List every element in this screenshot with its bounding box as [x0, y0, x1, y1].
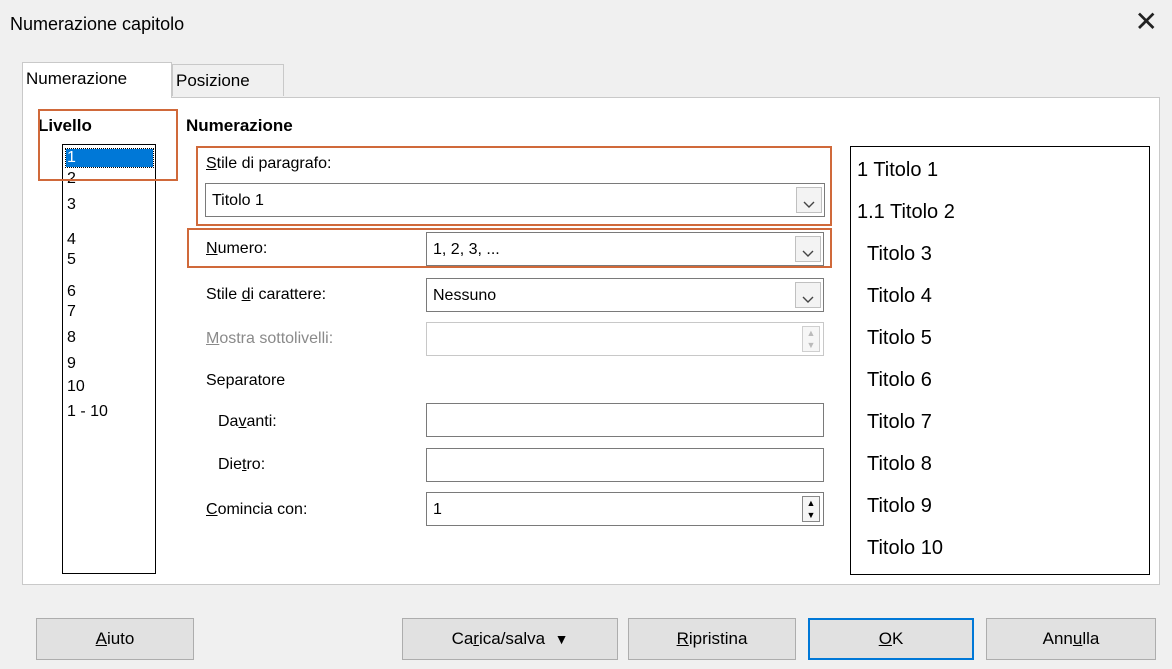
spin-up-icon[interactable]: ▲: [803, 327, 819, 339]
chevron-down-icon[interactable]: [796, 187, 822, 213]
stile-paragrafo-label-text: tile di paragrafo:: [216, 155, 332, 172]
tab-numerazione[interactable]: Numerazione: [22, 62, 172, 98]
preview-box: 1 Titolo 1 1.1 Titolo 2 Titolo 3 Titolo …: [850, 146, 1150, 575]
carica-salva-button[interactable]: Carica/salva ▼: [402, 618, 618, 660]
mostra-sottolivelli-label: Mostra sottolivelli:: [206, 330, 334, 347]
window-title: Numerazione capitolo: [10, 14, 185, 34]
chevron-down-icon[interactable]: [795, 236, 821, 262]
stile-paragrafo-select[interactable]: Titolo 1: [205, 183, 825, 217]
preview-line: Titolo 7: [867, 411, 932, 433]
spin-down-icon[interactable]: ▼: [803, 509, 819, 521]
ripristina-button[interactable]: Ripristina: [628, 618, 796, 660]
preview-line: Titolo 9: [867, 495, 932, 517]
stile-carattere-value: Nessuno: [433, 287, 497, 304]
list-item[interactable]: 1 - 10: [67, 403, 108, 421]
numero-value: 1, 2, 3, ...: [433, 241, 500, 258]
tab-posizione[interactable]: Posizione: [172, 64, 284, 96]
preview-line: Titolo 8: [867, 453, 932, 475]
list-item[interactable]: 10: [67, 378, 85, 396]
stile-paragrafo-value: Titolo 1: [212, 192, 264, 209]
chevron-down-icon[interactable]: [795, 282, 821, 308]
ok-button[interactable]: OK: [808, 618, 974, 660]
annulla-button[interactable]: Annulla: [986, 618, 1156, 660]
mostra-sottolivelli-input[interactable]: ▲ ▼: [426, 322, 824, 356]
numero-label-text: umero:: [217, 240, 268, 257]
dietro-label: Dietro:: [218, 456, 266, 473]
preview-line: Titolo 6: [867, 369, 932, 391]
preview-line: Titolo 3: [867, 243, 932, 265]
preview-line: Titolo 4: [867, 285, 932, 307]
list-item[interactable]: 9: [67, 355, 76, 373]
preview-line: Titolo 10: [867, 537, 943, 559]
stile-carattere-select[interactable]: Nessuno: [426, 278, 824, 312]
preview-line: 1 Titolo 1: [857, 159, 939, 181]
spinner[interactable]: ▲ ▼: [802, 326, 820, 352]
spin-up-icon[interactable]: ▲: [803, 497, 819, 509]
preview-line: Titolo 5: [867, 327, 932, 349]
list-item[interactable]: 8: [67, 329, 76, 347]
comincia-con-input[interactable]: 1 ▲ ▼: [426, 492, 824, 526]
list-item[interactable]: 3: [67, 196, 76, 214]
spinner[interactable]: ▲ ▼: [802, 496, 820, 522]
davanti-label: Davanti:: [218, 413, 277, 430]
dietro-input[interactable]: [426, 448, 824, 482]
stile-carattere-label: Stile di carattere:: [206, 286, 327, 303]
list-item[interactable]: 4: [67, 231, 76, 249]
davanti-input[interactable]: [426, 403, 824, 437]
list-item[interactable]: 7: [67, 303, 76, 321]
aiuto-button[interactable]: Aiuto: [36, 618, 194, 660]
dropdown-arrow-icon: ▼: [554, 631, 569, 647]
preview-line: 1.1 Titolo 2: [857, 201, 955, 223]
close-icon[interactable]: ✕: [1135, 8, 1158, 36]
level-list[interactable]: 1 2 3 4 5 6 7 8 9 10 1 - 10: [62, 144, 156, 574]
spin-down-icon[interactable]: ▼: [803, 339, 819, 351]
stile-paragrafo-label: Stile di paragrafo:: [206, 155, 332, 172]
numero-label: Numero:: [206, 240, 268, 257]
comincia-con-value: 1: [433, 501, 442, 518]
separatore-label: Separatore: [206, 372, 286, 389]
livello-highlight: [38, 109, 178, 181]
numero-select[interactable]: 1, 2, 3, ...: [426, 232, 824, 266]
list-item[interactable]: 5: [67, 251, 76, 269]
list-item[interactable]: 6: [67, 283, 76, 301]
numerazione-heading: Numerazione: [186, 116, 293, 135]
comincia-con-label: Comincia con:: [206, 501, 308, 518]
